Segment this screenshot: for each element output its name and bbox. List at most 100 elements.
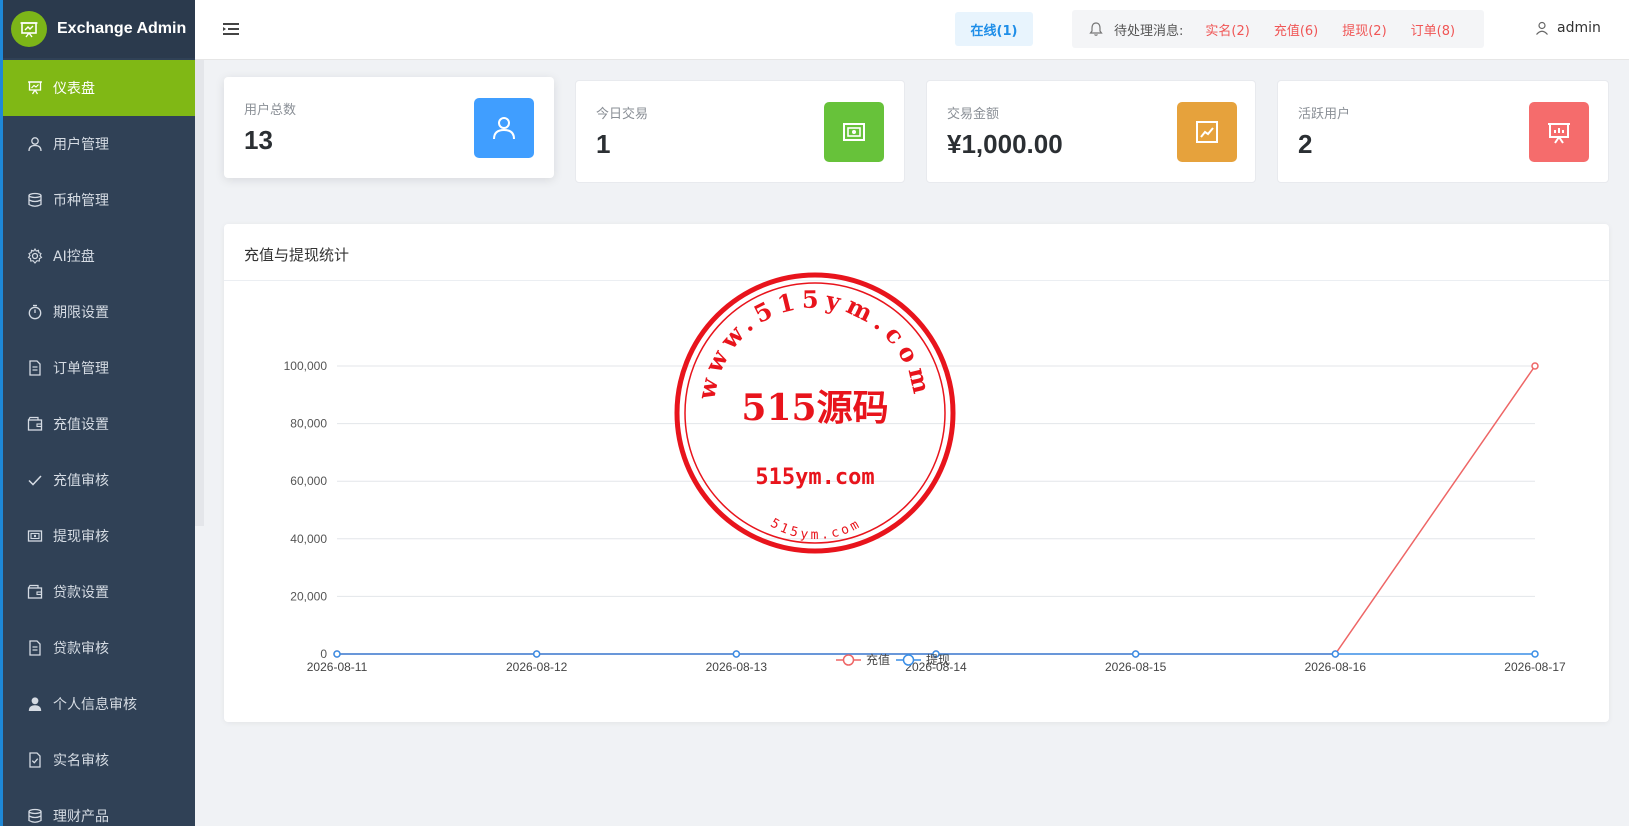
legend-label: 充值 (866, 652, 890, 667)
x-tick-label: 2026-08-11 (307, 660, 368, 674)
stat-card-active-users[interactable]: 活跃用户 2 (1277, 80, 1609, 183)
app-title: Exchange Admin (57, 20, 187, 37)
stat-card-total-users[interactable]: 用户总数 13 (224, 77, 554, 178)
stat-card-trade-amount[interactable]: 交易金额 ¥1,000.00 (926, 80, 1256, 183)
sidebar-item-13[interactable]: 理财产品 (0, 788, 195, 826)
gear-icon (27, 248, 43, 264)
sidebar-item-10[interactable]: 贷款审核 (0, 620, 195, 676)
legend-marker (842, 654, 855, 666)
logo-bar[interactable]: Exchange Admin (0, 0, 195, 58)
stamp-domain-text: 515ym.com (755, 465, 874, 490)
legend-label: 提现 (926, 652, 950, 667)
menu-toggle-icon[interactable] (223, 21, 239, 40)
user-icon (27, 136, 43, 152)
sidebar: Exchange Admin 仪表盘用户管理币种管理 AI控盘期限设置订单管理充值… (0, 0, 195, 826)
sidebar-item-8[interactable]: 提现审核 (0, 508, 195, 564)
sidebar-item-2[interactable]: 币种管理 (0, 172, 195, 228)
sidebar-item-label: 币种管理 (53, 193, 109, 209)
sidebar-item-label: 个人信息审核 (53, 697, 137, 713)
data-point (333, 650, 341, 658)
y-tick-label: 80,000 (290, 417, 327, 431)
sidebar-item-6[interactable]: 充值设置 (0, 396, 195, 452)
cash-icon (27, 528, 43, 544)
document-icon (27, 360, 43, 376)
sidebar-item-label: 用户管理 (53, 137, 109, 153)
sidebar-item-label: 仪表盘 (53, 81, 95, 97)
data-point (1131, 650, 1140, 658)
stat-value: 13 (244, 125, 273, 155)
pending-recharge-link[interactable]: 充值(6) (1274, 20, 1318, 39)
check-icon (27, 472, 43, 488)
y-tick-label: 20,000 (290, 589, 327, 603)
sidebar-menu: 仪表盘用户管理币种管理 AI控盘期限设置订单管理充值设置充值审核提现审核贷款设置贷… (0, 60, 195, 826)
database-icon (27, 192, 43, 208)
document-check-icon (27, 752, 43, 768)
x-tick-label: 2026-08-12 (506, 660, 568, 674)
sidebar-item-label: 充值设置 (53, 417, 109, 433)
sidebar-item-label: 理财产品 (53, 809, 109, 825)
sidebar-item-9[interactable]: 贷款设置 (0, 564, 195, 620)
y-tick-label: 100,000 (284, 359, 328, 373)
stat-label: 交易金额 (947, 107, 1000, 122)
document-icon (27, 640, 43, 656)
sidebar-item-0[interactable]: 仪表盘 (0, 60, 195, 116)
sidebar-item-label: 贷款设置 (53, 585, 109, 601)
pending-messages-bar: 待处理消息: 实名(2) 充值(6) 提现(2) 订单(8) (1072, 10, 1484, 48)
online-count-badge[interactable]: 在线(1) (955, 12, 1033, 46)
stat-card-today-trades[interactable]: 今日交易 1 (575, 80, 905, 183)
sidebar-item-4[interactable]: 期限设置 (0, 284, 195, 340)
top-header: 在线(1) 待处理消息: 实名(2) 充值(6) 提现(2) 订单(8) adm… (195, 0, 1629, 60)
stat-value: 2 (1298, 129, 1313, 159)
user-icon (1535, 21, 1549, 35)
sidebar-item-7[interactable]: 充值审核 (0, 452, 195, 508)
wallet-icon (27, 416, 43, 432)
sidebar-item-12[interactable]: 实名审核 (0, 732, 195, 788)
sidebar-item-label: 提现审核 (53, 529, 109, 545)
x-tick-label: 2026-08-13 (706, 660, 768, 674)
data-point (532, 650, 541, 658)
sidebar-item-label: AI控盘 (53, 249, 95, 265)
user-menu[interactable]: admin (1535, 20, 1601, 36)
stat-label: 用户总数 (244, 103, 297, 118)
stat-value: 1 (596, 129, 611, 159)
y-tick-label: 0 (320, 647, 327, 661)
pending-realname-link[interactable]: 实名(2) (1205, 20, 1249, 39)
data-point (1531, 362, 1539, 370)
pending-orders-link[interactable]: 订单(8) (1411, 20, 1455, 39)
sidebar-item-11[interactable]: 个人信息审核 (0, 676, 195, 732)
stat-value: ¥1,000.00 (947, 129, 1063, 159)
legend-marker (902, 654, 915, 666)
x-tick-label: 2026-08-15 (1105, 660, 1167, 674)
database-icon (27, 808, 43, 824)
sidebar-item-label: 实名审核 (53, 753, 109, 769)
stat-label: 活跃用户 (1298, 107, 1351, 122)
logo-icon (11, 11, 47, 47)
sidebar-scrollbar[interactable] (195, 60, 204, 526)
sidebar-item-1[interactable]: 用户管理 (0, 116, 195, 172)
dashboard-icon (27, 80, 43, 96)
y-tick-label: 40,000 (290, 532, 327, 546)
cash-icon (824, 102, 884, 162)
sidebar-item-5[interactable]: 订单管理 (0, 340, 195, 396)
sidebar-item-label: 充值审核 (53, 473, 109, 489)
stat-label: 今日交易 (596, 107, 649, 122)
user-icon (474, 98, 534, 158)
sidebar-item-label: 贷款审核 (53, 641, 109, 657)
pending-label: 待处理消息: (1114, 23, 1184, 39)
pending-withdraw-link[interactable]: 提现(2) (1342, 20, 1386, 39)
data-point (732, 650, 741, 658)
sidebar-item-3[interactable]: AI控盘 (0, 228, 195, 284)
username: admin (1557, 20, 1601, 36)
bell-icon[interactable] (1088, 21, 1104, 37)
stopwatch-icon (27, 304, 43, 320)
sidebar-item-label: 期限设置 (53, 305, 109, 321)
presentation-icon (1529, 102, 1589, 162)
x-tick-label: 2026-08-16 (1305, 660, 1367, 674)
x-tick-label: 2026-08-17 (1504, 660, 1566, 674)
person-filled-icon (27, 696, 43, 712)
sidebar-item-label: 订单管理 (53, 361, 109, 377)
trend-chart-icon (1177, 102, 1237, 162)
wallet-icon (27, 584, 43, 600)
data-point (1531, 650, 1539, 658)
sidebar-accent-border (0, 0, 3, 826)
